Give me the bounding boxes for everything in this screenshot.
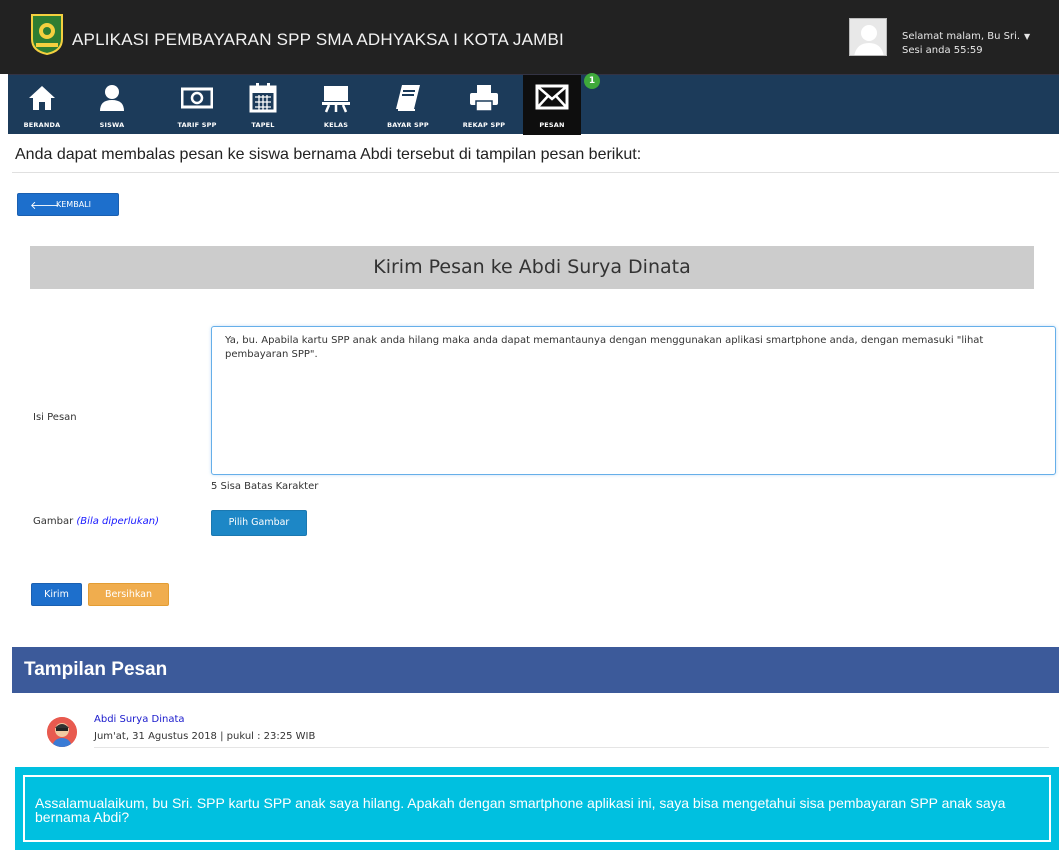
divider: [12, 172, 1059, 173]
nav-item-beranda[interactable]: BERANDA: [13, 75, 71, 135]
classroom-icon: [321, 83, 351, 117]
home-icon: [27, 83, 57, 117]
greeting-text: Selamat malam, Bu Sri.: [902, 31, 1021, 42]
nav-item-siswa[interactable]: SISWA: [83, 75, 141, 135]
gambar-label-text: Gambar: [33, 516, 74, 527]
nav-item-bayar-spp[interactable]: BAYAR SPP: [379, 75, 437, 135]
char-counter: 5 Sisa Batas Karakter: [211, 481, 319, 492]
gambar-hint: (Bila diperlukan): [76, 516, 160, 527]
nav-item-kelas[interactable]: KELAS: [307, 75, 365, 135]
print-icon: [469, 83, 499, 117]
form-title: Kirim Pesan ke Abdi Surya Dinata: [30, 246, 1034, 289]
nav-label: REKAP SPP: [462, 121, 506, 129]
message-value: Ya, bu. Apabila kartu SPP anak anda hila…: [225, 335, 984, 360]
choose-image-button[interactable]: Pilih Gambar: [211, 510, 307, 536]
calendar-icon: [249, 83, 277, 117]
nav-label: BERANDA: [23, 121, 61, 129]
message-count-badge: 1: [584, 73, 600, 89]
school-logo: [30, 13, 64, 56]
session-timer: Sesi anda 55:59: [902, 45, 983, 56]
message-bubble: Assalamualaikum, bu Sri. SPP kartu SPP a…: [15, 767, 1059, 850]
isi-pesan-label: Isi Pesan: [33, 412, 77, 423]
nav-item-tarif-spp[interactable]: TARIF SPP: [168, 75, 226, 135]
divider: [94, 747, 1049, 748]
nav-item-pesan[interactable]: PESAN: [523, 75, 581, 135]
user-avatar[interactable]: [849, 18, 887, 56]
caret-down-icon: ▼: [1024, 32, 1031, 41]
nav-label: TARIF SPP: [177, 121, 217, 129]
back-button-label: KEMBALI: [56, 200, 91, 209]
app-title: APLIKASI PEMBAYARAN SPP SMA ADHYAKSA I K…: [72, 30, 564, 49]
gambar-label: Gambar (Bila diperlukan): [33, 516, 159, 527]
back-button[interactable]: 🡐 KEMBALI: [17, 193, 119, 216]
user-menu[interactable]: Selamat malam, Bu Sri. ▼ Sesi anda 55:59: [902, 30, 1030, 58]
nav-label: SISWA: [99, 121, 125, 129]
message-text: Assalamualaikum, bu Sri. SPP kartu SPP a…: [23, 775, 1051, 842]
message-date: Jum'at, 31 Agustus 2018 | pukul : 23:25 …: [94, 731, 316, 742]
money-icon: [180, 83, 214, 117]
clear-button[interactable]: Bersihkan: [88, 583, 169, 606]
nav-item-tapel[interactable]: TAPEL: [234, 75, 292, 135]
envelope-icon: [535, 83, 569, 115]
nav-label: PESAN: [539, 121, 565, 129]
nav-label: KELAS: [323, 121, 349, 129]
book-icon: [394, 83, 422, 117]
nav-label: TAPEL: [251, 121, 275, 129]
send-button[interactable]: Kirim: [31, 583, 82, 606]
user-icon: [97, 83, 127, 117]
sender-avatar: [47, 717, 77, 747]
nav-item-rekap-spp[interactable]: REKAP SPP: [455, 75, 513, 135]
tampilan-pesan-heading: Tampilan Pesan: [12, 647, 1059, 693]
message-textarea[interactable]: Ya, bu. Apabila kartu SPP anak anda hila…: [211, 326, 1056, 475]
intro-text: Anda dapat membalas pesan ke siswa berna…: [15, 146, 642, 163]
top-header: APLIKASI PEMBAYARAN SPP SMA ADHYAKSA I K…: [0, 0, 1059, 74]
main-nav: BERANDA SISWA TARIF SPP TAPEL KELAS BAYA…: [8, 74, 1059, 135]
nav-label: BAYAR SPP: [387, 121, 429, 129]
sender-name-link[interactable]: Abdi Surya Dinata: [94, 714, 185, 725]
